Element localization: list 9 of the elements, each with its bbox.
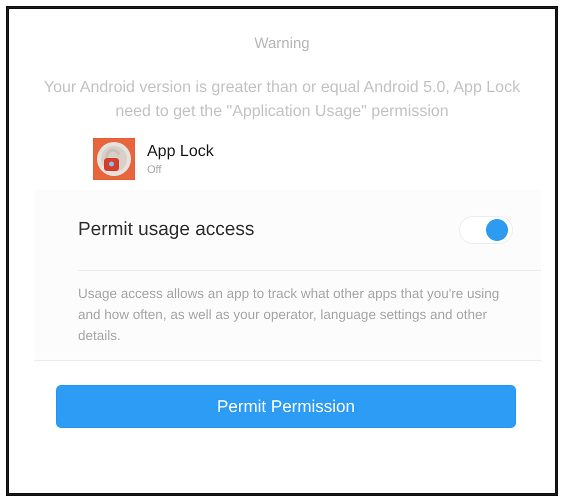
toggle-switch[interactable] <box>459 216 513 244</box>
app-name: App Lock <box>147 142 214 160</box>
padlock-icon <box>93 138 135 180</box>
setting-label: Permit usage access <box>78 219 254 241</box>
warning-message: Your Android version is greater than or equal Android 5.0, App Lock need to get the "Application Usage" permission <box>42 78 522 122</box>
permit-button[interactable]: Permit Permission <box>56 385 516 428</box>
dialog-title: Warning <box>254 35 310 52</box>
setting-description: Usage access allows an app to track what other apps that you're using and how often, as well as your operator, language settings and other details. <box>78 285 500 345</box>
app-status: Off <box>147 164 162 176</box>
